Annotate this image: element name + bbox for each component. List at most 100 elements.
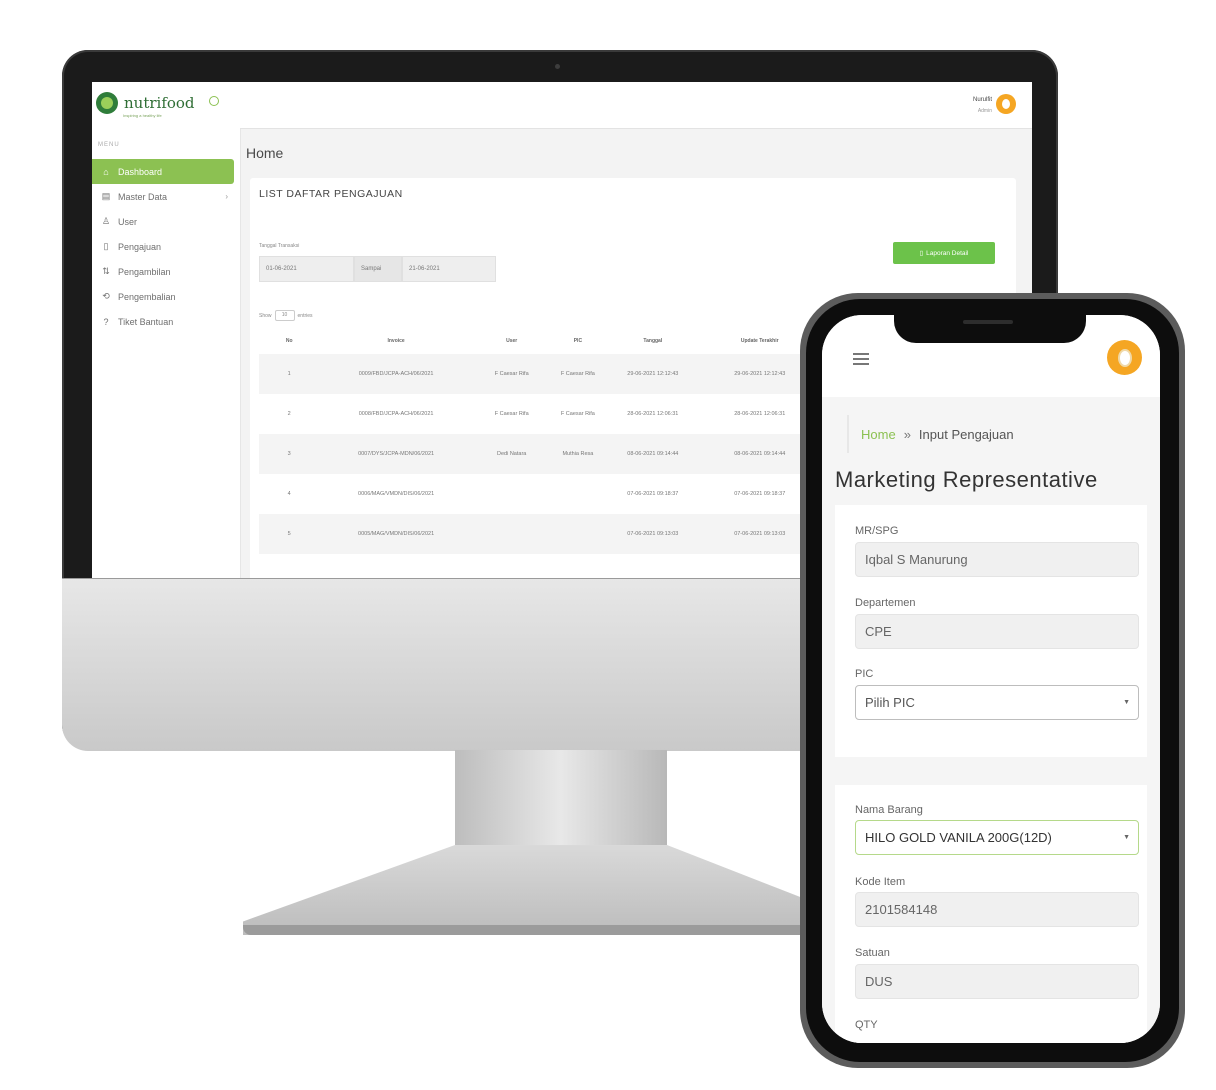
table-row[interactable]: 1 0009/FBD/JCPA-ACH/06/2021 F Caesar Rif… — [259, 354, 819, 394]
help-icon: ? — [103, 316, 109, 327]
show-entries-prefix: Show — [259, 312, 272, 319]
show-entries-suffix: entries — [297, 312, 313, 319]
pic-select-value: Pilih PIC — [865, 695, 915, 710]
cell-user: Dedi Natara — [497, 451, 527, 457]
sidebar-item-master-data[interactable]: ▤ Master Data › — [92, 184, 240, 209]
departemen-field[interactable]: CPE — [855, 614, 1139, 649]
column-header-invoice[interactable]: Invoice — [319, 328, 472, 354]
cell-pic — [551, 474, 606, 514]
breadcrumb-current: Input Pengajuan — [918, 426, 1014, 442]
cell-invoice: 0005/MAG/VMDN/DIS/06/2021 — [358, 531, 435, 537]
cell-pic: F Caesar Rifa — [560, 411, 595, 417]
cell-invoice: 0007/DYS/JCPA-MDN/06/2021 — [358, 451, 435, 457]
cell-no: 3 — [287, 451, 291, 457]
nama-barang-label: Nama Barang — [855, 804, 923, 816]
cell-no: 1 — [287, 371, 291, 377]
chevron-right-icon: › — [225, 192, 228, 201]
sidebar-item-dashboard[interactable]: ⌂ Dashboard — [92, 159, 234, 184]
table-header-row: No Invoice User PIC Tanggal Update Terak… — [259, 328, 819, 354]
breadcrumb-home-link[interactable]: Home — [861, 427, 896, 442]
column-header-tanggal[interactable]: Tanggal — [605, 328, 700, 354]
entries-select[interactable]: 10 — [274, 310, 295, 321]
nama-barang-select-value: HILO GOLD VANILA 200G(12D) — [865, 830, 1052, 845]
brand-logo[interactable]: nutrifood — [96, 92, 195, 114]
cell-invoice: 0008/FBD/JCPA-ACH/06/2021 — [358, 411, 434, 417]
document-icon: ▯ — [919, 250, 924, 257]
cell-user — [473, 474, 551, 514]
column-header-user[interactable]: User — [473, 328, 551, 354]
card-title: LIST DAFTAR PENGAJUAN — [259, 188, 403, 200]
kode-item-field[interactable]: 2101584148 — [855, 892, 1139, 927]
dropdown-caret-icon: ▼ — [1123, 699, 1130, 706]
cell-no: 4 — [287, 491, 291, 497]
cell-pic: F Caesar Rifa — [560, 371, 595, 377]
page-title: Marketing Representative — [835, 467, 1098, 492]
topbar: Nurulfit Admin — [240, 82, 1032, 129]
dropdown-caret-icon: ▼ — [1123, 834, 1130, 841]
phone-screen: Home » Input Pengajuan Marketing Represe… — [822, 315, 1160, 1043]
cell-pic — [551, 514, 606, 554]
sidebar-item-pengambilan[interactable]: ⇅ Pengambilan — [92, 259, 240, 284]
cell-no: 2 — [287, 411, 291, 417]
pengajuan-table: No Invoice User PIC Tanggal Update Terak… — [259, 328, 819, 554]
nutrifood-logo-icon — [96, 92, 118, 114]
table-icon: ▤ — [101, 191, 111, 201]
phone-speaker — [963, 320, 1013, 324]
user-name: Nurulfit — [972, 97, 992, 103]
satuan-field[interactable]: DUS — [855, 964, 1139, 999]
avatar[interactable] — [1107, 340, 1142, 375]
date-filter-label: Tanggal Transaksi — [259, 243, 300, 249]
show-entries: Show 10 entries — [259, 310, 313, 321]
table-row[interactable]: 3 0007/DYS/JCPA-MDN/06/2021 Dedi Natara … — [259, 434, 819, 474]
item-form-card: Nama Barang HILO GOLD VANILA 200G(12D) ▼… — [835, 785, 1147, 1043]
table-row[interactable]: 5 0005/MAG/VMDN/DIS/06/2021 07-06-2021 0… — [259, 514, 819, 554]
kode-item-label: Kode Item — [855, 876, 906, 888]
user-avatar-icon — [1117, 348, 1132, 367]
sidebar-item-label: Pengambilan — [118, 266, 171, 277]
cell-tanggal: 07-06-2021 09:18:37 — [627, 491, 679, 497]
cell-pic: Muthia Resa — [562, 451, 594, 457]
user-role: Admin — [977, 108, 992, 114]
qty-label: QTY — [855, 1019, 878, 1031]
cell-user: F Caesar Rifa — [494, 411, 529, 417]
mobile-body: Home » Input Pengajuan Marketing Represe… — [822, 397, 1160, 1043]
page-title: Home — [246, 145, 284, 161]
cell-tanggal: 28-06-2021 12:06:31 — [627, 411, 679, 417]
pic-select[interactable]: Pilih PIC ▼ — [855, 685, 1139, 720]
column-header-pic[interactable]: PIC — [551, 328, 606, 354]
mr-spg-label: MR/SPG — [855, 525, 899, 537]
sidebar-item-label: Dashboard — [118, 166, 163, 177]
sidebar-item-tiket-bantuan[interactable]: ? Tiket Bantuan — [92, 309, 240, 334]
nama-barang-select[interactable]: HILO GOLD VANILA 200G(12D) ▼ — [855, 820, 1139, 855]
table-row[interactable]: 4 0006/MAG/VMDN/DIS/06/2021 07-06-2021 0… — [259, 474, 819, 514]
menu-heading: MENU — [98, 142, 120, 148]
sidebar-item-label: Pengajuan — [118, 241, 162, 252]
date-to-input[interactable]: 21-06-2021 — [402, 256, 496, 282]
date-from-input[interactable]: 01-06-2021 — [259, 256, 354, 282]
sidebar-item-label: Tiket Bantuan — [118, 316, 174, 327]
user-icon: ♙ — [101, 216, 111, 226]
avatar[interactable] — [996, 94, 1016, 114]
return-icon: ⟲ — [102, 291, 110, 301]
date-range-separator: Sampai — [354, 256, 402, 282]
sidebar-item-user[interactable]: ♙ User — [92, 209, 240, 234]
sidebar-toggle-icon[interactable] — [209, 96, 219, 106]
breadcrumb: Home » Input Pengajuan — [847, 415, 1153, 453]
column-header-no[interactable]: No — [259, 328, 319, 354]
table-row[interactable]: 2 0008/FBD/JCPA-ACH/06/2021 F Caesar Rif… — [259, 394, 819, 434]
departemen-label: Departemen — [855, 597, 916, 609]
user-avatar-icon — [1002, 99, 1010, 109]
cell-no: 5 — [287, 531, 291, 537]
satuan-label: Satuan — [855, 947, 890, 959]
phone-notch — [894, 313, 1086, 343]
report-detail-button[interactable]: ▯ Laporan Detail — [893, 242, 995, 264]
camera-dot — [555, 64, 560, 69]
cell-invoice: 0006/MAG/VMDN/DIS/06/2021 — [358, 491, 435, 497]
sidebar-item-pengembalian[interactable]: ⟲ Pengembalian — [92, 284, 240, 309]
hamburger-menu-icon[interactable] — [853, 353, 869, 368]
sidebar-item-pengajuan[interactable]: ▯ Pengajuan — [92, 234, 240, 259]
representative-form-card: MR/SPG Iqbal S Manurung Departemen CPE P… — [835, 505, 1147, 757]
cell-tanggal: 29-06-2021 12:12:43 — [627, 371, 679, 377]
monitor-stand-neck — [455, 750, 667, 850]
mr-spg-field[interactable]: Iqbal S Manurung — [855, 542, 1139, 577]
